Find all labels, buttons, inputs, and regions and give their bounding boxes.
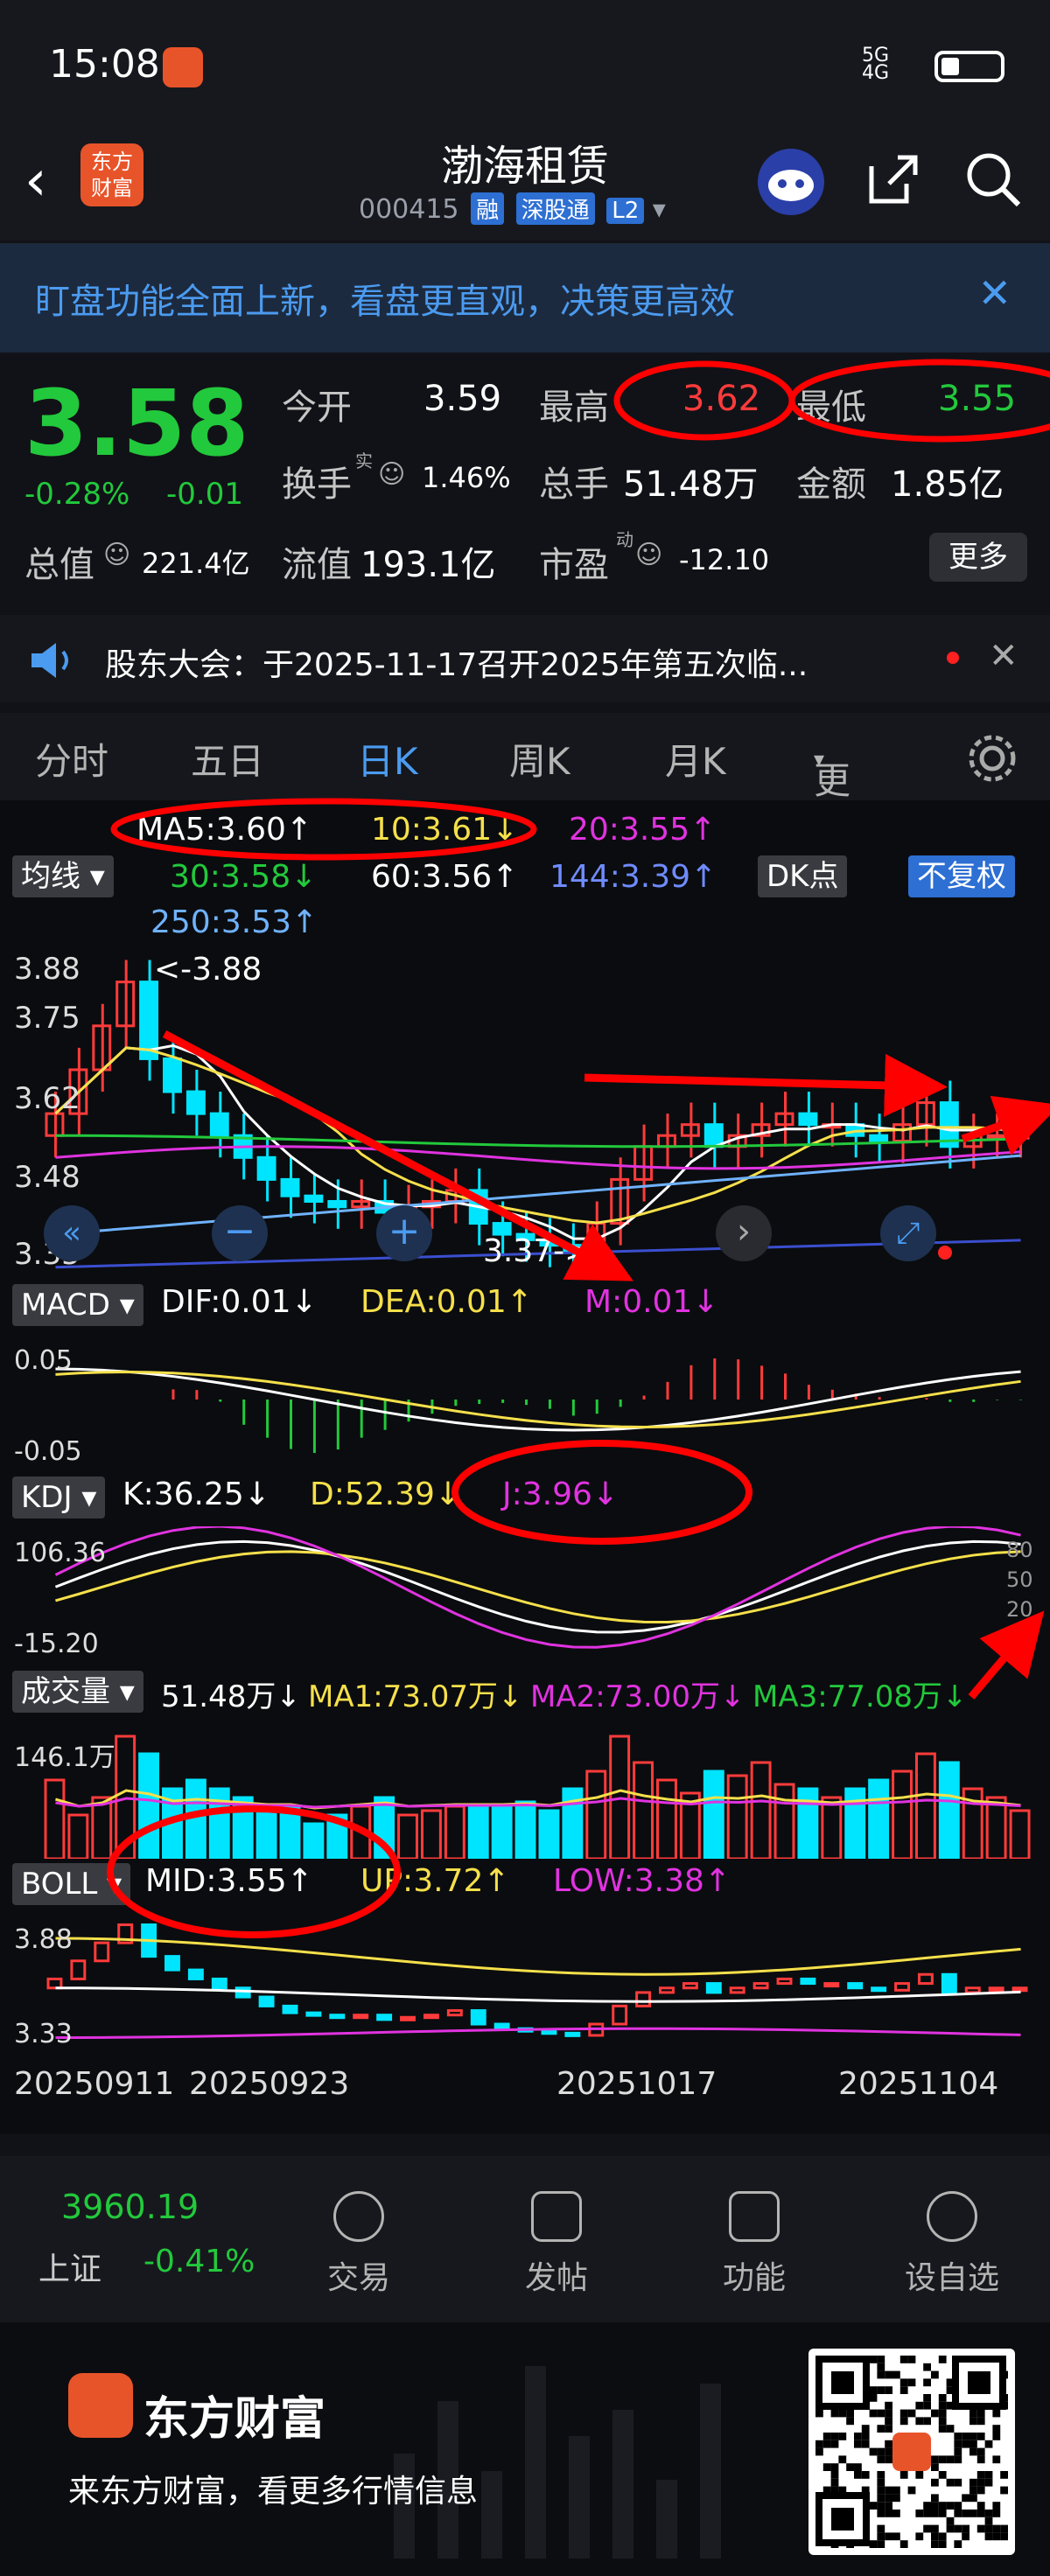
nav-functions[interactable]: 功能 bbox=[684, 2191, 824, 2298]
yen-icon bbox=[333, 2191, 384, 2242]
footer-brand: 东方财富 bbox=[144, 2393, 326, 2446]
footer-slogan: 来东方财富，看更多行情信息 bbox=[68, 2474, 479, 2510]
annotation-overlay bbox=[107, 1030, 1050, 1938]
nav-watchlist[interactable]: 设自选 bbox=[882, 2191, 1022, 2298]
promo-footer: 东方财富 来东方财富，看更多行情信息 bbox=[0, 2322, 1050, 2576]
grid-icon bbox=[729, 2191, 780, 2242]
zoom-out-icon[interactable]: − bbox=[212, 1205, 268, 1261]
forward-icon[interactable]: › bbox=[716, 1205, 772, 1261]
edit-icon bbox=[531, 2191, 582, 2242]
rewind-icon[interactable]: « bbox=[44, 1205, 100, 1261]
qr-code bbox=[808, 2349, 1015, 2555]
index-value[interactable]: 3960.19 bbox=[61, 2188, 199, 2226]
index-change[interactable]: -0.41% bbox=[144, 2244, 255, 2279]
fullscreen-icon[interactable]: ⤢ bbox=[880, 1205, 936, 1261]
zoom-in-icon[interactable]: + bbox=[376, 1205, 432, 1261]
bottom-nav: 3960.19 上证 -0.41% 交易 发帖 功能 设自选 bbox=[0, 2156, 1050, 2322]
index-name[interactable]: 上证 bbox=[38, 2244, 102, 2289]
more-dots-icon bbox=[927, 2191, 977, 2242]
nav-post[interactable]: 发帖 bbox=[486, 2191, 626, 2298]
decorative-candles-icon bbox=[394, 2366, 721, 2559]
brand-logo-icon bbox=[68, 2373, 133, 2438]
nav-trade[interactable]: 交易 bbox=[289, 2191, 429, 2298]
